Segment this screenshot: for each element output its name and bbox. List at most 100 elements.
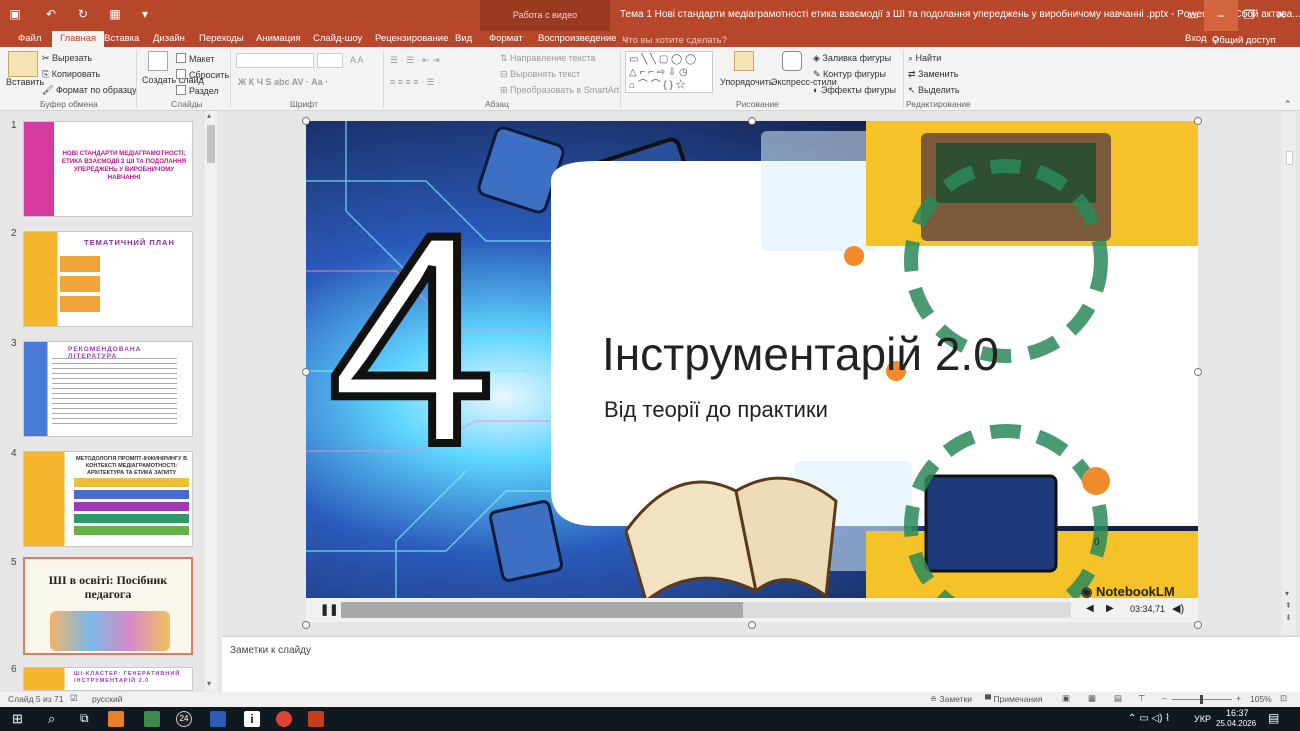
slide-thumbnail-4[interactable]: МЕТОДОЛОГІЯ ПРОМПТ-ІНЖИНІРИНГУ В КОНТЕКС… bbox=[23, 451, 193, 547]
video-frame[interactable]: 4 Інструментарій 2.0 Від теорії до практ… bbox=[306, 121, 1198, 622]
maximize-button[interactable]: ❐ bbox=[1232, 0, 1266, 31]
volume-icon[interactable]: ◀) bbox=[1172, 602, 1184, 615]
task-view-icon[interactable]: ⧉ bbox=[80, 711, 89, 726]
customize-qat-icon[interactable]: ▾ bbox=[138, 7, 152, 21]
redo-icon[interactable]: ↻ bbox=[76, 7, 90, 21]
notifications-icon[interactable]: ▤ bbox=[1268, 711, 1279, 725]
tab-file[interactable]: Файл bbox=[18, 33, 41, 44]
powerpoint-icon[interactable] bbox=[308, 711, 324, 727]
thumbnails-scrollbar[interactable]: ▴ ▾ bbox=[205, 111, 217, 691]
layout-button[interactable]: Макет bbox=[176, 53, 214, 64]
scroll-up-icon[interactable]: ▴ bbox=[207, 111, 211, 120]
list-buttons[interactable]: ☰ · ☰ · ⇤ ⇥ bbox=[390, 55, 440, 66]
notes-pane[interactable]: Заметки к слайду bbox=[222, 636, 1300, 692]
close-button[interactable]: ✕ bbox=[1264, 0, 1298, 31]
scrollbar-thumb[interactable] bbox=[207, 125, 215, 163]
notes-toggle[interactable]: ≘ Заметки bbox=[930, 694, 972, 705]
input-language[interactable]: УКР bbox=[1194, 714, 1211, 724]
app-icon-green[interactable] bbox=[144, 711, 160, 727]
zoom-slider-thumb[interactable] bbox=[1200, 695, 1203, 704]
shape-effects-button[interactable]: ◐ Эффекты фигуры bbox=[813, 85, 896, 95]
find-button[interactable]: ⌕ Найти bbox=[908, 53, 941, 64]
app-icon-badge[interactable]: 24 bbox=[176, 711, 192, 727]
slide-thumbnail-2[interactable]: ТЕМАТИЧНИЙ ПЛАН bbox=[23, 231, 193, 327]
font-size-buttons[interactable]: A A bbox=[350, 55, 364, 65]
tab-animations[interactable]: Анимация bbox=[256, 33, 301, 44]
paste-button[interactable]: Вставить bbox=[6, 77, 44, 87]
resize-handle[interactable] bbox=[748, 117, 756, 125]
font-size-field[interactable] bbox=[317, 53, 343, 68]
tab-format[interactable]: Формат bbox=[489, 33, 523, 44]
section-button[interactable]: Раздел bbox=[176, 85, 219, 96]
clock-time[interactable]: 16:37 bbox=[1226, 708, 1249, 718]
resize-handle[interactable] bbox=[302, 621, 310, 629]
comments-toggle[interactable]: ▀ Примечания bbox=[985, 694, 1042, 704]
align-buttons[interactable]: ≡ ≡ ≡ ≡ · ☰ · bbox=[390, 77, 440, 88]
save-icon[interactable]: ▣ bbox=[8, 7, 22, 21]
shape-outline-button[interactable]: ✎ Контур фигуры bbox=[813, 69, 886, 80]
app-icon-orange[interactable] bbox=[108, 711, 124, 727]
scroll-down-icon[interactable]: ▾ bbox=[1285, 589, 1289, 598]
tab-review[interactable]: Рецензирование bbox=[375, 33, 448, 44]
copy-button[interactable]: ⎘ Копировать bbox=[42, 69, 100, 80]
slide-thumbnail-5[interactable]: ШІ в освіті: Посібник педагога bbox=[23, 557, 193, 655]
prev-slide-icon[interactable]: ⇞ bbox=[1285, 601, 1292, 610]
select-button[interactable]: ↖ Выделить bbox=[908, 85, 960, 96]
slide-thumbnail-1[interactable]: НОВІ СТАНДАРТИ МЕДІАГРАМОТНОСТІ: ЕТИКА В… bbox=[23, 121, 193, 217]
slide-thumbnail-6[interactable]: ШІ-КЛАСТЕР: ГЕНЕРАТИВНИЙ ІНСТРУМЕНТАРІЙ … bbox=[23, 667, 193, 691]
chrome-icon[interactable] bbox=[276, 711, 292, 727]
font-format-buttons[interactable]: Ж К Ч S abc AV · Aa · bbox=[238, 77, 328, 87]
text-direction-button[interactable]: ⇅ Направление текста bbox=[500, 53, 595, 64]
slide-scrollbar[interactable]: ▾ ⇞ ⇟ bbox=[1282, 111, 1296, 635]
resize-handle[interactable] bbox=[1194, 621, 1202, 629]
resize-handle[interactable] bbox=[748, 621, 756, 629]
slide-sorter-icon[interactable]: ▦ bbox=[1088, 693, 1096, 704]
skip-forward-button[interactable]: ▶ bbox=[1106, 603, 1114, 614]
shapes-gallery[interactable]: ▭ ╲ ╲ ▢ ◯ ◯ △ ⌐ ⌐ ⇨ ⇩ ◷ ⌂ ⌒ ⌒ { } ☆ bbox=[625, 51, 713, 93]
resize-handle[interactable] bbox=[1194, 368, 1202, 376]
language-indicator[interactable]: русский bbox=[92, 694, 123, 704]
align-text-button[interactable]: ⊟ Выровнять текст bbox=[500, 69, 580, 80]
smartart-button[interactable]: ⊞ Преобразовать в SmartArt bbox=[500, 85, 619, 96]
undo-icon[interactable]: ↶ bbox=[44, 7, 58, 21]
resize-handle[interactable] bbox=[302, 117, 310, 125]
reset-button[interactable]: Сбросить bbox=[176, 69, 229, 80]
resize-handle[interactable] bbox=[1194, 117, 1202, 125]
cut-button[interactable]: ✂ Вырезать bbox=[42, 53, 92, 64]
collapse-ribbon-icon[interactable]: ⌃ bbox=[1284, 99, 1292, 110]
normal-view-icon[interactable]: ▣ bbox=[1062, 693, 1070, 704]
shape-fill-button[interactable]: ◈ Заливка фигуры bbox=[813, 53, 891, 64]
reading-view-icon[interactable]: ▤ bbox=[1114, 693, 1122, 704]
tab-slideshow[interactable]: Слайд-шоу bbox=[313, 33, 362, 44]
word-icon[interactable] bbox=[210, 711, 226, 727]
zoom-out-button[interactable]: – bbox=[1162, 693, 1167, 703]
replace-button[interactable]: ⇄ Заменить bbox=[908, 69, 959, 80]
windows-start-icon[interactable]: ⊞ bbox=[12, 711, 23, 727]
tray-icons[interactable]: ⌃ ▭ ◁) ⌇ bbox=[1128, 713, 1170, 724]
info-app-icon[interactable]: i bbox=[244, 711, 260, 727]
spellcheck-icon[interactable]: ☑ bbox=[70, 693, 78, 704]
seek-bar[interactable] bbox=[341, 602, 1071, 618]
slide-thumbnail-3[interactable]: РЕКОМЕНДОВАНА ЛІТЕРАТУРА bbox=[23, 341, 193, 437]
resize-handle[interactable] bbox=[302, 368, 310, 376]
slideshow-start-icon[interactable]: ▦ bbox=[108, 7, 122, 21]
tab-playback[interactable]: Воспроизведение bbox=[538, 33, 616, 44]
tab-transitions[interactable]: Переходы bbox=[199, 33, 244, 44]
clock-date[interactable]: 25.04.2026 bbox=[1216, 719, 1256, 728]
skip-back-button[interactable]: ◀ bbox=[1086, 603, 1094, 614]
pause-button[interactable]: ❚❚ bbox=[320, 603, 338, 616]
search-icon[interactable]: ⌕ bbox=[48, 711, 55, 727]
tab-view[interactable]: Вид bbox=[455, 33, 472, 44]
tab-design[interactable]: Дизайн bbox=[153, 33, 185, 44]
next-slide-icon[interactable]: ⇟ bbox=[1285, 613, 1292, 622]
tab-insert[interactable]: Вставка bbox=[104, 33, 139, 44]
font-name-field[interactable] bbox=[236, 53, 314, 68]
scroll-down-icon[interactable]: ▾ bbox=[207, 679, 211, 688]
slideshow-view-icon[interactable]: ⊤ bbox=[1138, 693, 1145, 704]
arrange-button[interactable]: Упорядочить bbox=[720, 77, 774, 87]
scrollbar-thumb[interactable] bbox=[1286, 151, 1293, 165]
signin-link[interactable]: Вход bbox=[1185, 33, 1207, 44]
fit-slide-icon[interactable]: ⊡ bbox=[1280, 693, 1287, 704]
tab-home[interactable]: Главная bbox=[52, 31, 105, 47]
zoom-in-button[interactable]: + bbox=[1236, 693, 1241, 703]
